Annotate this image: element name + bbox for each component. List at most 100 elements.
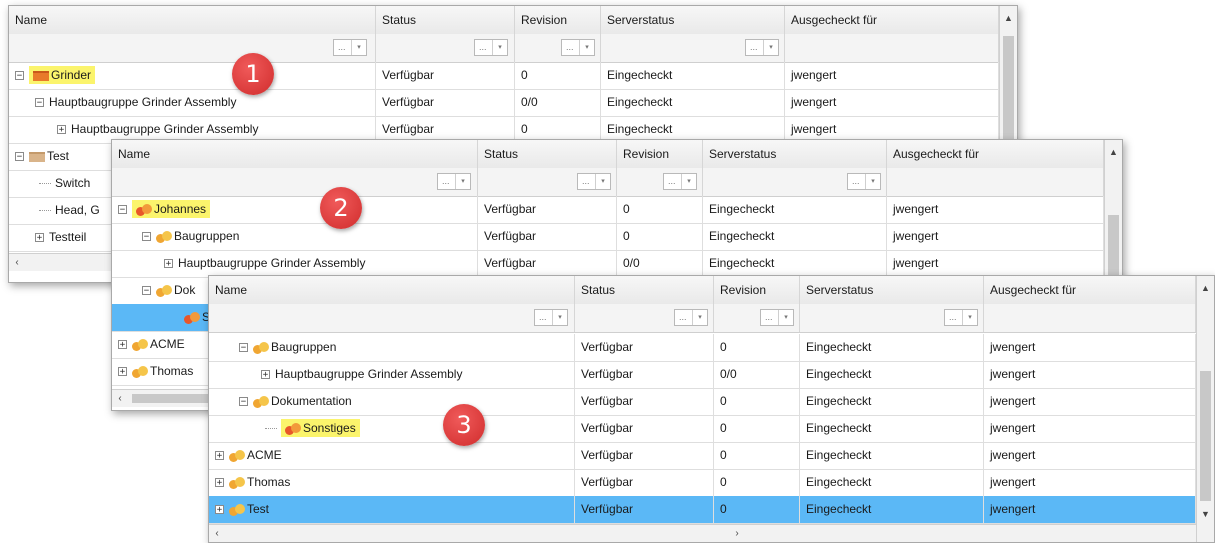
- expand-icon[interactable]: +: [57, 125, 66, 135]
- filter-button-name[interactable]: ... ▾: [437, 173, 471, 190]
- table-row[interactable]: − Johannes Verfügbar 0 Eingecheckt jwenge…: [112, 196, 1104, 224]
- cell-name: − Hauptbaugruppe Grinder Assembly: [9, 89, 376, 116]
- expand-icon[interactable]: +: [118, 367, 127, 377]
- scroll-thumb[interactable]: [1200, 371, 1211, 501]
- cell-serverstatus: Eingecheckt: [601, 62, 785, 89]
- table-row[interactable]: + Hauptbaugruppe Grinder Assembly Verfügb…: [209, 361, 1196, 389]
- column-header-name[interactable]: Name: [9, 6, 376, 34]
- table-row[interactable]: + Test Verfügbar 0 Eingecheckt jwengert: [209, 496, 1196, 524]
- cell-checkedout: jwengert: [984, 469, 1196, 496]
- table-row[interactable]: Sonstiges Verfügbar 0 Eingecheckt jwenge…: [209, 415, 1196, 443]
- table-row[interactable]: + Hauptbaugruppe Grinder Assembly Verfügb…: [112, 250, 1104, 278]
- scroll-left-icon[interactable]: ‹: [9, 254, 25, 271]
- scroll-right-icon[interactable]: ›: [729, 525, 745, 542]
- column-header-revision[interactable]: Revision: [617, 140, 703, 168]
- group-icon: [229, 503, 245, 517]
- cell-revision: 0: [714, 334, 800, 361]
- filter-button-serverstatus[interactable]: ... ▾: [745, 39, 779, 56]
- table-row[interactable]: − Grinder Verfügbar 0 Eingecheckt jwenger…: [9, 62, 999, 90]
- column-header-checkedout[interactable]: Ausgecheckt für: [984, 276, 1196, 304]
- filter-dots: ...: [750, 42, 758, 52]
- cell-status: Verfügbar: [575, 334, 714, 361]
- filter-button-status[interactable]: ... ▾: [577, 173, 611, 190]
- vertical-scrollbar[interactable]: ▲ ▼: [1196, 276, 1214, 542]
- scroll-up-icon[interactable]: ▲: [1000, 10, 1017, 27]
- cell-checkedout: jwengert: [887, 250, 1104, 277]
- table-row[interactable]: + ACME Verfügbar 0 Eingecheckt jwengert: [209, 442, 1196, 470]
- collapse-icon[interactable]: −: [142, 286, 151, 296]
- column-header-name[interactable]: Name: [112, 140, 478, 168]
- filter-dots: ...: [852, 176, 860, 186]
- cell-revision: 0: [714, 415, 800, 442]
- row-name: Baugruppen: [271, 340, 337, 354]
- chevron-down-icon: ▾: [692, 310, 707, 325]
- chevron-down-icon: ▾: [865, 174, 880, 189]
- scroll-left-icon[interactable]: ‹: [112, 390, 128, 407]
- table-row[interactable]: − Baugruppen Verfügbar 0 Eingecheckt jwen…: [112, 223, 1104, 251]
- cell-checkedout: jwengert: [984, 415, 1196, 442]
- filter-button-name[interactable]: ... ▾: [534, 309, 568, 326]
- folder-icon: [29, 151, 45, 162]
- cell-checkedout: jwengert: [984, 442, 1196, 469]
- filter-button-serverstatus[interactable]: ... ▾: [847, 173, 881, 190]
- cell-status: Verfügbar: [575, 415, 714, 442]
- filter-button-revision[interactable]: ... ▾: [561, 39, 595, 56]
- scroll-left-icon[interactable]: ‹: [209, 525, 225, 542]
- filter-button-revision[interactable]: ... ▾: [760, 309, 794, 326]
- cell-status: Verfügbar: [376, 89, 515, 116]
- column-header-serverstatus[interactable]: Serverstatus: [601, 6, 785, 34]
- column-header-status[interactable]: Status: [376, 6, 515, 34]
- scroll-thumb[interactable]: [1108, 215, 1119, 275]
- expand-icon[interactable]: +: [35, 233, 44, 243]
- collapse-icon[interactable]: −: [142, 232, 151, 242]
- chevron-down-icon: ▾: [681, 174, 696, 189]
- column-header-checkedout[interactable]: Ausgecheckt für: [785, 6, 999, 34]
- filter-cell-revision: ... ▾: [714, 304, 800, 332]
- collapse-icon[interactable]: −: [35, 98, 44, 108]
- expand-icon[interactable]: +: [164, 259, 173, 269]
- column-header-revision[interactable]: Revision: [515, 6, 601, 34]
- filter-button-status[interactable]: ... ▾: [474, 39, 508, 56]
- table-row[interactable]: + Thomas Verfügbar 0 Eingecheckt jwengert: [209, 469, 1196, 497]
- cell-name: − Baugruppen: [209, 334, 575, 361]
- column-header-status[interactable]: Status: [478, 140, 617, 168]
- collapse-icon[interactable]: −: [15, 71, 24, 81]
- column-header-serverstatus[interactable]: Serverstatus: [800, 276, 984, 304]
- horizontal-scrollbar[interactable]: ‹ ›: [209, 524, 1196, 542]
- scroll-down-icon[interactable]: ▼: [1197, 506, 1214, 523]
- column-header-status[interactable]: Status: [575, 276, 714, 304]
- cell-revision: 0: [714, 469, 800, 496]
- scroll-thumb[interactable]: [132, 394, 212, 403]
- expand-icon[interactable]: +: [215, 505, 224, 515]
- scroll-up-icon[interactable]: ▲: [1197, 280, 1214, 297]
- expand-icon[interactable]: +: [215, 451, 224, 461]
- collapse-icon[interactable]: −: [118, 205, 127, 215]
- chevron-down-icon: ▾: [763, 40, 778, 55]
- table-row[interactable]: − Hauptbaugruppe Grinder Assembly Verfügb…: [9, 89, 999, 117]
- cell-revision: 0: [714, 442, 800, 469]
- group-icon: [229, 476, 245, 490]
- column-header-checkedout[interactable]: Ausgecheckt für: [887, 140, 1104, 168]
- cell-status: Verfügbar: [478, 223, 617, 250]
- filter-button-name[interactable]: ... ▾: [333, 39, 367, 56]
- cell-name: + Thomas: [209, 469, 575, 496]
- chevron-down-icon: ▾: [962, 310, 977, 325]
- collapse-icon[interactable]: −: [239, 397, 248, 407]
- column-header-name[interactable]: Name: [209, 276, 575, 304]
- expand-icon[interactable]: +: [118, 340, 127, 350]
- scroll-up-icon[interactable]: ▲: [1105, 144, 1122, 161]
- table-row[interactable]: − Baugruppen Verfügbar 0 Eingecheckt jwen…: [209, 334, 1196, 362]
- filter-button-serverstatus[interactable]: ... ▾: [944, 309, 978, 326]
- cell-name: + Hauptbaugruppe Grinder Assembly: [112, 250, 478, 277]
- cell-checkedout: jwengert: [785, 89, 999, 116]
- collapse-icon[interactable]: −: [15, 152, 24, 162]
- table-row[interactable]: − Dokumentation Verfügbar 0 Eingecheckt j…: [209, 388, 1196, 416]
- expand-icon[interactable]: +: [215, 478, 224, 488]
- filter-button-revision[interactable]: ... ▾: [663, 173, 697, 190]
- column-header-serverstatus[interactable]: Serverstatus: [703, 140, 887, 168]
- column-header-revision[interactable]: Revision: [714, 276, 800, 304]
- expand-icon[interactable]: +: [261, 370, 270, 380]
- cell-serverstatus: Eingecheckt: [703, 250, 887, 277]
- filter-button-status[interactable]: ... ▾: [674, 309, 708, 326]
- collapse-icon[interactable]: −: [239, 343, 248, 353]
